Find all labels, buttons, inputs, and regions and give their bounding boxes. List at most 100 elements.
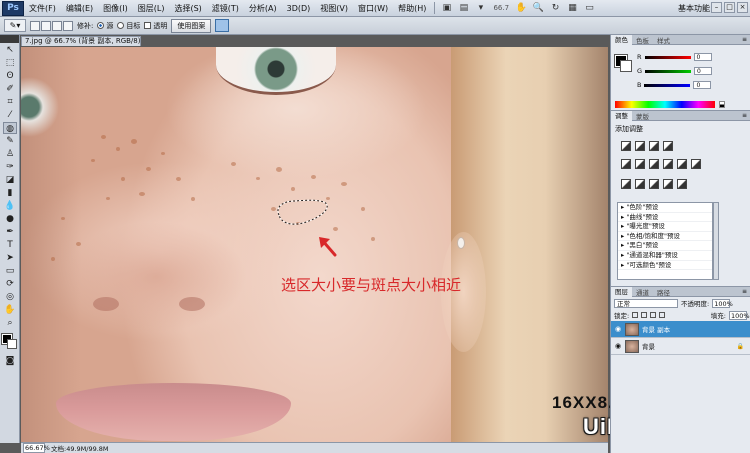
vibrance-icon[interactable] (621, 159, 631, 169)
background-color[interactable] (7, 339, 17, 349)
lasso-tool-icon[interactable]: ʘ (3, 70, 17, 82)
preset-item[interactable]: ▸ "可选颜色"预设 (618, 261, 712, 271)
new-selection-icon[interactable] (30, 20, 40, 31)
exposure-icon[interactable] (663, 141, 673, 151)
selective-color-icon[interactable] (677, 179, 687, 189)
brush-tool-icon[interactable]: ✎ (3, 135, 17, 147)
blue-value[interactable]: 0 (693, 81, 712, 89)
zoom-tool-icon[interactable]: 🔍 (532, 3, 545, 14)
close-button[interactable]: × (737, 2, 748, 13)
tab-adjustments[interactable]: 调整 (611, 110, 632, 121)
hand-tool-icon[interactable]: ✋ (515, 3, 528, 14)
red-value[interactable]: 0 (693, 53, 712, 61)
tab-swatches[interactable]: 色板 (632, 35, 653, 45)
red-track[interactable] (644, 55, 691, 59)
rotate-view-icon[interactable]: ↻ (549, 3, 562, 14)
lock-position-icon[interactable] (650, 312, 657, 318)
presets-scrollbar[interactable] (713, 202, 719, 280)
layer-name[interactable]: 背景 (642, 341, 655, 351)
levels-icon[interactable] (635, 141, 645, 151)
tool-preset-picker[interactable]: ✎▾ (4, 19, 26, 32)
destination-radio[interactable]: 目标 (117, 21, 140, 31)
eyedropper-tool-icon[interactable]: ⁄ (3, 109, 17, 121)
gradient-tool-icon[interactable]: ▮ (3, 187, 17, 199)
bridge-icon[interactable]: ▣ (440, 3, 453, 14)
blend-mode-select[interactable]: 正常 (614, 298, 678, 308)
document-tab[interactable]: 7.jpg @ 66.7% (背景 副本, RGB/8) * (21, 36, 141, 46)
menu-view[interactable]: 视图(V) (315, 3, 353, 14)
gradient-map-icon[interactable] (663, 179, 673, 189)
menu-window[interactable]: 窗口(W) (353, 3, 393, 14)
eraser-tool-icon[interactable]: ◪ (3, 174, 17, 186)
menu-layer[interactable]: 图层(L) (133, 3, 170, 14)
preset-item[interactable]: ▸ "黑白"预设 (618, 241, 712, 251)
tools-panel-header[interactable] (0, 35, 19, 43)
menu-image[interactable]: 图像(I) (98, 3, 133, 14)
hue-saturation-icon[interactable] (635, 159, 645, 169)
visibility-eye-icon[interactable]: ◉ (614, 325, 622, 333)
layer-name[interactable]: 背景 副本 (642, 324, 670, 334)
marquee-tool-icon[interactable]: ⬚ (3, 57, 17, 69)
panel-menu-icon[interactable]: ≡ (742, 112, 750, 119)
menu-analysis[interactable]: 分析(A) (244, 3, 282, 14)
patch-selection[interactable] (273, 197, 333, 229)
preset-item[interactable]: ▸ "曝光度"预设 (618, 222, 712, 232)
zoom-level-menu[interactable]: 66.7 (493, 4, 509, 12)
3d-orbit-tool-icon[interactable]: ◎ (3, 291, 17, 303)
maximize-button[interactable]: □ (724, 2, 735, 13)
preset-item[interactable]: ▸ "通道混和器"预设 (618, 251, 712, 261)
tab-color[interactable]: 颜色 (611, 34, 632, 45)
green-slider[interactable]: G 0 (637, 67, 713, 75)
clone-stamp-tool-icon[interactable]: ♙ (3, 148, 17, 160)
layer-row[interactable]: ◉ 背景 副本 (611, 321, 750, 338)
minimize-button[interactable]: – (711, 2, 722, 13)
posterize-icon[interactable] (635, 179, 645, 189)
patch-tool-icon[interactable]: ◍ (3, 122, 17, 134)
tab-paths[interactable]: 路径 (653, 287, 674, 297)
preset-item[interactable]: ▸ "曲线"预设 (618, 213, 712, 223)
move-tool-icon[interactable]: ↖ (3, 44, 17, 56)
black-white-icon[interactable] (663, 159, 673, 169)
panel-menu-icon[interactable]: ≡ (742, 36, 750, 43)
use-pattern-button[interactable]: 使用图案 (171, 18, 212, 33)
hand-tool-icon[interactable]: ✋ (3, 304, 17, 316)
document-info[interactable]: 文档:49.9M/99.8M (51, 443, 109, 453)
lock-all-icon[interactable] (659, 312, 666, 318)
red-slider[interactable]: R 0 (637, 53, 712, 61)
color-spectrum[interactable] (615, 101, 715, 108)
photo-filter-icon[interactable] (677, 159, 687, 169)
zoom-tool-icon[interactable]: ⌕ (3, 317, 17, 329)
status-zoom-field[interactable]: 66.67% (23, 443, 50, 453)
threshold-icon[interactable] (649, 179, 659, 189)
source-radio[interactable]: 源 (97, 21, 113, 31)
extras-icon[interactable]: ▾ (474, 3, 487, 14)
menu-file[interactable]: 文件(F) (24, 3, 61, 14)
3d-rotate-tool-icon[interactable]: ⟳ (3, 278, 17, 290)
history-brush-tool-icon[interactable]: ✑ (3, 161, 17, 173)
path-select-tool-icon[interactable]: ➤ (3, 252, 17, 264)
tab-channels[interactable]: 通道 (632, 287, 653, 297)
quick-select-tool-icon[interactable]: ✐ (3, 83, 17, 95)
preset-item[interactable]: ▸ "色相/饱和度"预设 (618, 232, 712, 242)
workspace-switcher[interactable]: 基本功能 (678, 3, 710, 14)
brightness-contrast-icon[interactable] (621, 141, 631, 151)
subtract-selection-icon[interactable] (52, 20, 62, 31)
invert-icon[interactable] (621, 179, 631, 189)
menu-select[interactable]: 选择(S) (169, 3, 206, 14)
tab-layers[interactable]: 图层 (611, 286, 632, 297)
green-value[interactable]: 0 (694, 67, 713, 75)
document-canvas[interactable]: 选区大小要与斑点大小相近 (21, 47, 608, 442)
transparent-checkbox[interactable]: 透明 (144, 21, 167, 31)
curves-icon[interactable] (649, 141, 659, 151)
background-swatch[interactable] (620, 60, 632, 72)
black-white-swatch[interactable] (719, 101, 725, 108)
screen-mode-icon[interactable]: ▭ (583, 3, 596, 14)
intersect-selection-icon[interactable] (63, 20, 73, 31)
layer-row[interactable]: ◉ 背景 🔒 (611, 338, 750, 355)
tab-styles[interactable]: 样式 (653, 35, 674, 45)
menu-3d[interactable]: 3D(D) (282, 4, 316, 13)
tab-masks[interactable]: 蒙版 (632, 111, 653, 121)
visibility-eye-icon[interactable]: ◉ (614, 342, 622, 350)
panel-menu-icon[interactable]: ≡ (742, 288, 750, 295)
minibridge-icon[interactable]: ▤ (457, 3, 470, 14)
